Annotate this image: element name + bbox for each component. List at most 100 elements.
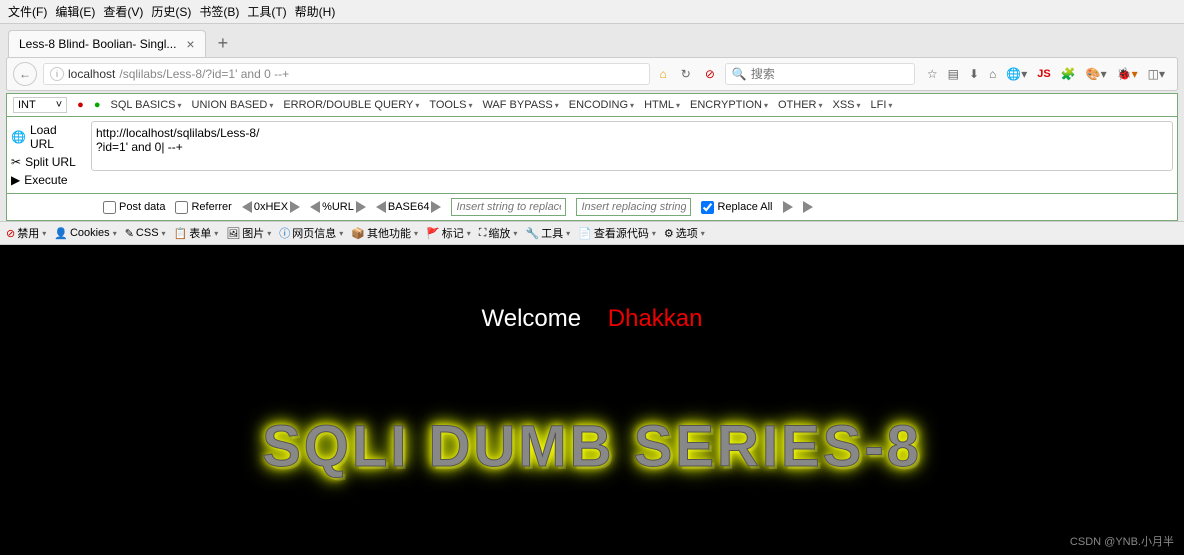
- replace-go2[interactable]: [803, 201, 813, 213]
- hb-xss[interactable]: XSS: [832, 99, 860, 111]
- menu-file[interactable]: 文件(F): [8, 3, 47, 20]
- wd-cookies[interactable]: 👤Cookies: [54, 227, 116, 240]
- menu-tools[interactable]: 工具(T): [247, 3, 286, 20]
- chevron-down-icon: ˅: [56, 99, 62, 111]
- execute-button[interactable]: ▶Execute: [11, 171, 83, 189]
- replace-all-checkbox[interactable]: Replace All: [701, 201, 772, 214]
- search-icon: 🔍: [732, 67, 747, 81]
- referrer-checkbox[interactable]: Referrer: [175, 201, 231, 214]
- wd-disable-label: 禁用: [17, 225, 39, 241]
- wd-options[interactable]: ⚙选项: [664, 225, 705, 241]
- menu-bookmarks[interactable]: 书签(B): [199, 3, 239, 20]
- hb-html[interactable]: HTML: [644, 99, 680, 111]
- wd-images[interactable]: 🖼图片: [226, 225, 271, 241]
- palette-icon[interactable]: 🎨▾: [1086, 67, 1107, 81]
- wd-source[interactable]: 📄查看源代码: [578, 225, 656, 241]
- series-title: SQLI DUMB SERIES-8: [0, 413, 1184, 480]
- wd-disable[interactable]: ⊘禁用: [6, 225, 46, 241]
- hb-waf-bypass[interactable]: WAF BYPASS: [482, 99, 558, 111]
- base64-label: BASE64: [388, 201, 430, 213]
- menu-history[interactable]: 历史(S): [151, 3, 191, 20]
- browser-tab[interactable]: Less-8 Blind- Boolian- Singl... ×: [8, 30, 206, 57]
- wd-outline[interactable]: 🚩标记: [426, 225, 471, 241]
- welcome-name: Dhakkan: [608, 305, 703, 332]
- info-blue-icon: ⓘ: [279, 225, 290, 241]
- tab-title: Less-8 Blind- Boolian- Singl...: [19, 37, 176, 51]
- home-btn-icon[interactable]: ⌂: [989, 67, 996, 81]
- url-path: /sqlilabs/Less-8/?id=1' and 0 --+: [119, 67, 289, 81]
- url-box[interactable]: i localhost/sqlilabs/Less-8/?id=1' and 0…: [43, 63, 650, 85]
- hb-sql-basics[interactable]: SQL BASICS: [110, 99, 181, 111]
- pocket-icon[interactable]: ▤: [948, 67, 959, 81]
- split-icon: ✂: [11, 155, 21, 169]
- welcome-heading: Welcome Dhakkan: [0, 245, 1184, 333]
- hackbar-menu: INT˅ ● ● SQL BASICS UNION BASED ERROR/DO…: [6, 93, 1178, 116]
- hb-lfi[interactable]: LFI: [871, 99, 893, 111]
- base64-encode[interactable]: BASE64: [376, 201, 442, 213]
- search-input[interactable]: [751, 67, 908, 81]
- hb-union-based[interactable]: UNION BASED: [192, 99, 274, 111]
- wd-css[interactable]: ✎CSS: [125, 227, 166, 240]
- pencil-icon: ✎: [125, 227, 134, 240]
- hex-label: 0xHEX: [254, 201, 288, 213]
- replace-go[interactable]: [783, 201, 793, 213]
- wd-options-label: 选项: [676, 225, 698, 241]
- bookmark-star-icon[interactable]: ☆: [927, 67, 938, 81]
- record-icon[interactable]: ●: [77, 99, 84, 111]
- image-icon: 🖼: [226, 227, 240, 240]
- hb-encoding[interactable]: ENCODING: [569, 99, 634, 111]
- hackbar-body: 🌐Load URL ✂ Split URL ▶Execute: [6, 116, 1178, 194]
- wd-tools[interactable]: 🔧工具: [525, 225, 570, 241]
- hb-tools[interactable]: TOOLS: [429, 99, 472, 111]
- wd-misc-label: 其他功能: [367, 225, 411, 241]
- reload-icon[interactable]: ↻: [677, 65, 695, 83]
- download-icon[interactable]: ⬇: [969, 67, 979, 81]
- go-icon[interactable]: ●: [94, 99, 101, 111]
- noscript-icon[interactable]: ⊘: [701, 65, 719, 83]
- url-encode[interactable]: %URL: [310, 201, 366, 213]
- hex-encode[interactable]: 0xHEX: [242, 201, 300, 213]
- home-icon[interactable]: ⌂: [656, 65, 671, 83]
- js-icon[interactable]: JS: [1037, 68, 1050, 80]
- sidebar-icon[interactable]: ◫▾: [1148, 67, 1165, 81]
- hb-other[interactable]: OTHER: [778, 99, 823, 111]
- menu-help[interactable]: 帮助(H): [295, 3, 336, 20]
- wd-info[interactable]: ⓘ网页信息: [279, 225, 343, 241]
- wd-images-label: 图片: [242, 225, 264, 241]
- new-tab-button[interactable]: +: [212, 33, 235, 54]
- info-icon[interactable]: i: [50, 67, 64, 81]
- postdata-checkbox[interactable]: Post data: [103, 201, 165, 214]
- wd-forms[interactable]: 📋表单: [174, 225, 219, 241]
- wd-resize[interactable]: ⛶缩放: [479, 225, 518, 241]
- split-url-button[interactable]: ✂ Split URL: [11, 153, 83, 171]
- load-url-button[interactable]: 🌐Load URL: [11, 121, 83, 153]
- search-box[interactable]: 🔍: [725, 63, 915, 85]
- hb-encryption[interactable]: ENCRYPTION: [690, 99, 768, 111]
- addon-icon[interactable]: 🧩: [1061, 67, 1076, 81]
- hackbar-url-input[interactable]: [91, 121, 1173, 171]
- referrer-label: Referrer: [191, 201, 231, 213]
- wd-forms-label: 表单: [189, 225, 211, 241]
- bug-icon[interactable]: 🐞▾: [1117, 67, 1138, 81]
- menu-edit[interactable]: 编辑(E): [55, 3, 95, 20]
- wd-info-label: 网页信息: [292, 225, 336, 241]
- insert-find-input[interactable]: [451, 198, 566, 216]
- wd-resize-label: 缩放: [488, 225, 510, 241]
- split-url-label: Split URL: [25, 155, 76, 169]
- back-button[interactable]: ←: [13, 62, 37, 86]
- close-icon[interactable]: ×: [186, 36, 194, 52]
- urlenc-label: %URL: [322, 201, 354, 213]
- webdev-toolbar: ⊘禁用 👤Cookies ✎CSS 📋表单 🖼图片 ⓘ网页信息 📦其他功能 🚩标…: [0, 221, 1184, 245]
- wd-misc[interactable]: 📦其他功能: [351, 225, 418, 241]
- hackbar-actions: 🌐Load URL ✂ Split URL ▶Execute: [7, 117, 87, 193]
- wd-outline-label: 标记: [442, 225, 464, 241]
- insert-replace-input[interactable]: [576, 198, 691, 216]
- type-select[interactable]: INT˅: [13, 97, 67, 113]
- nav-bar: ← i localhost/sqlilabs/Less-8/?id=1' and…: [6, 57, 1178, 91]
- menu-view[interactable]: 查看(V): [103, 3, 143, 20]
- postdata-label: Post data: [119, 201, 165, 213]
- hb-error-query[interactable]: ERROR/DOUBLE QUERY: [283, 99, 419, 111]
- forbid-icon: ⊘: [6, 227, 15, 240]
- wd-css-label: CSS: [136, 227, 159, 239]
- globe-icon[interactable]: 🌐▾: [1006, 67, 1027, 81]
